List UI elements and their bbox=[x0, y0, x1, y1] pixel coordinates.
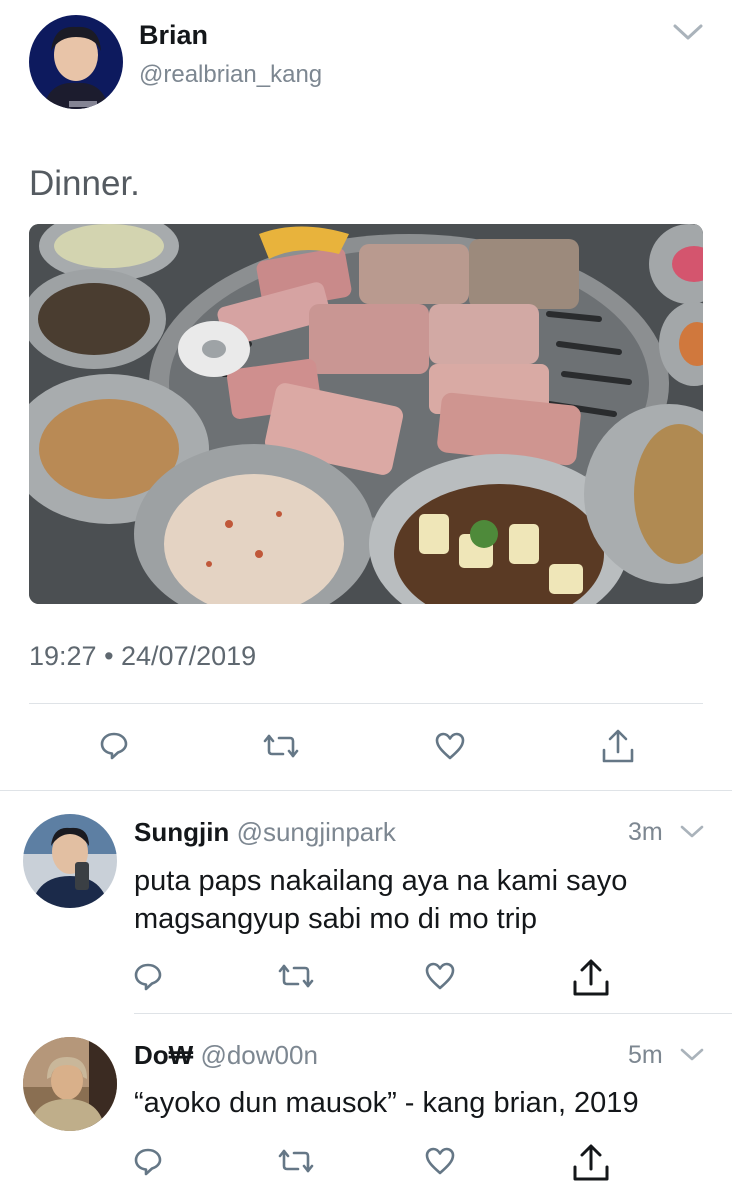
retweet-icon[interactable] bbox=[276, 1148, 316, 1174]
reply-author-line: Sungjin @sungjinpark bbox=[134, 817, 396, 848]
divider bbox=[134, 1013, 732, 1014]
reply-text: puta paps nakailang aya na kami sayo mag… bbox=[134, 865, 628, 935]
author-handle[interactable]: @realbrian_kang bbox=[139, 61, 322, 89]
share-icon[interactable] bbox=[571, 958, 611, 998]
tweet-timestamp[interactable]: 19:27 • 24/07/2019 bbox=[29, 641, 256, 672]
divider bbox=[29, 703, 703, 704]
reply-icon[interactable] bbox=[99, 730, 129, 760]
like-icon[interactable] bbox=[424, 1146, 456, 1176]
reply-author-name[interactable]: Sungjin bbox=[134, 817, 229, 847]
reply-text: “ayoko dun mausok” - kang brian, 2019 bbox=[134, 1087, 639, 1119]
retweet-icon[interactable] bbox=[276, 963, 316, 989]
divider bbox=[0, 790, 732, 791]
author-avatar[interactable] bbox=[29, 15, 123, 109]
reply-author-handle[interactable]: @dow00n bbox=[200, 1040, 317, 1070]
reply-author-line: Do₩ @dow00n bbox=[134, 1040, 318, 1071]
chevron-down-icon[interactable] bbox=[680, 1047, 704, 1063]
retweet-icon[interactable] bbox=[261, 733, 301, 759]
like-icon[interactable] bbox=[434, 731, 466, 761]
tweet-photo[interactable] bbox=[29, 224, 703, 604]
tweet-text: Dinner. bbox=[29, 164, 140, 203]
reply-icon[interactable] bbox=[133, 961, 163, 991]
reply-author-handle[interactable]: @sungjinpark bbox=[237, 817, 396, 847]
like-icon[interactable] bbox=[424, 961, 456, 991]
reply-time[interactable]: 5m bbox=[628, 1041, 663, 1070]
reply-time[interactable]: 3m bbox=[628, 818, 663, 847]
share-icon[interactable] bbox=[571, 1143, 611, 1183]
reply-avatar[interactable] bbox=[23, 814, 117, 908]
reply-author-name[interactable]: Do₩ bbox=[134, 1040, 193, 1070]
share-icon[interactable] bbox=[601, 728, 635, 764]
author-name[interactable]: Brian bbox=[139, 20, 208, 51]
chevron-down-icon[interactable] bbox=[672, 22, 704, 42]
chevron-down-icon[interactable] bbox=[680, 824, 704, 840]
reply-avatar[interactable] bbox=[23, 1037, 117, 1131]
reply-icon[interactable] bbox=[133, 1146, 163, 1176]
